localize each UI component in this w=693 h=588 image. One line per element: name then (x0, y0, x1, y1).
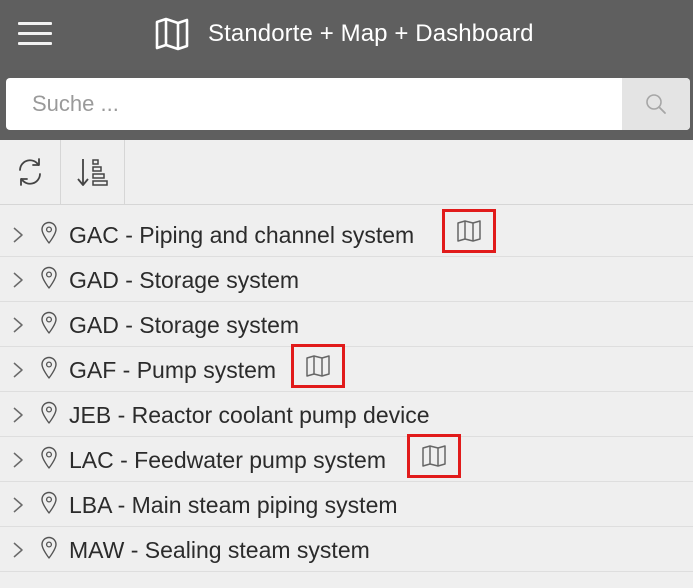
list-item-label: LBA - Main steam piping system (69, 492, 398, 518)
map-icon (457, 220, 481, 242)
open-map-button[interactable] (291, 344, 345, 388)
list-item[interactable]: GAC - Piping and channel system (0, 209, 693, 257)
location-pin-icon (41, 401, 57, 424)
map-icon (422, 445, 446, 467)
list-toolbar (0, 140, 693, 205)
location-pin-icon (41, 266, 57, 289)
list-item[interactable]: LBA - Main steam piping system (0, 482, 693, 527)
map-icon (155, 17, 189, 51)
chevron-right-icon[interactable] (12, 271, 24, 289)
open-map-button[interactable] (407, 434, 461, 478)
list-item[interactable]: JEB - Reactor coolant pump device (0, 392, 693, 437)
chevron-right-icon[interactable] (12, 316, 24, 334)
refresh-button[interactable] (0, 140, 61, 204)
hamburger-menu-icon[interactable] (18, 22, 52, 46)
location-pin-icon (41, 446, 57, 469)
list-item[interactable]: GAD - Storage system (0, 302, 693, 347)
search-button[interactable] (622, 78, 690, 130)
chevron-right-icon[interactable] (12, 451, 24, 469)
location-pin-icon (41, 311, 57, 334)
list-item-label: GAC - Piping and channel system (69, 222, 415, 248)
location-pin-icon (41, 536, 57, 559)
list-item-label: JEB - Reactor coolant pump device (69, 402, 430, 428)
list-item-label: GAD - Storage system (69, 312, 300, 338)
list-item[interactable]: LAC - Feedwater pump system (0, 434, 693, 482)
refresh-icon (19, 158, 41, 186)
search-input[interactable] (6, 78, 618, 130)
map-icon (306, 355, 330, 377)
open-map-button[interactable] (442, 209, 496, 253)
chevron-right-icon[interactable] (12, 496, 24, 514)
chevron-right-icon[interactable] (12, 541, 24, 559)
sort-descending-icon (77, 159, 108, 186)
location-pin-icon (41, 491, 57, 514)
list-item-label: GAD - Storage system (69, 267, 300, 293)
chevron-right-icon[interactable] (12, 361, 24, 379)
location-pin-icon (41, 221, 57, 244)
list-item-label: GAF - Pump system (69, 357, 277, 383)
list-item[interactable]: MAW - Sealing steam system (0, 527, 693, 572)
list-item[interactable]: GAD - Storage system (0, 257, 693, 302)
search-box (6, 78, 690, 130)
list-item[interactable]: GAF - Pump system (0, 344, 693, 392)
search-icon (646, 94, 666, 114)
list-item-label: MAW - Sealing steam system (69, 537, 370, 563)
location-list: GAC - Piping and channel system GAD - Sto… (0, 209, 693, 572)
app-title: Standorte + Map + Dashboard (154, 14, 534, 54)
page-title: Standorte + Map + Dashboard (208, 20, 534, 47)
chevron-right-icon[interactable] (12, 226, 24, 244)
app-header: Standorte + Map + Dashboard (0, 0, 693, 140)
location-pin-icon (41, 356, 57, 379)
chevron-right-icon[interactable] (12, 406, 24, 424)
list-item-label: LAC - Feedwater pump system (69, 447, 387, 473)
sort-button[interactable] (62, 140, 125, 204)
